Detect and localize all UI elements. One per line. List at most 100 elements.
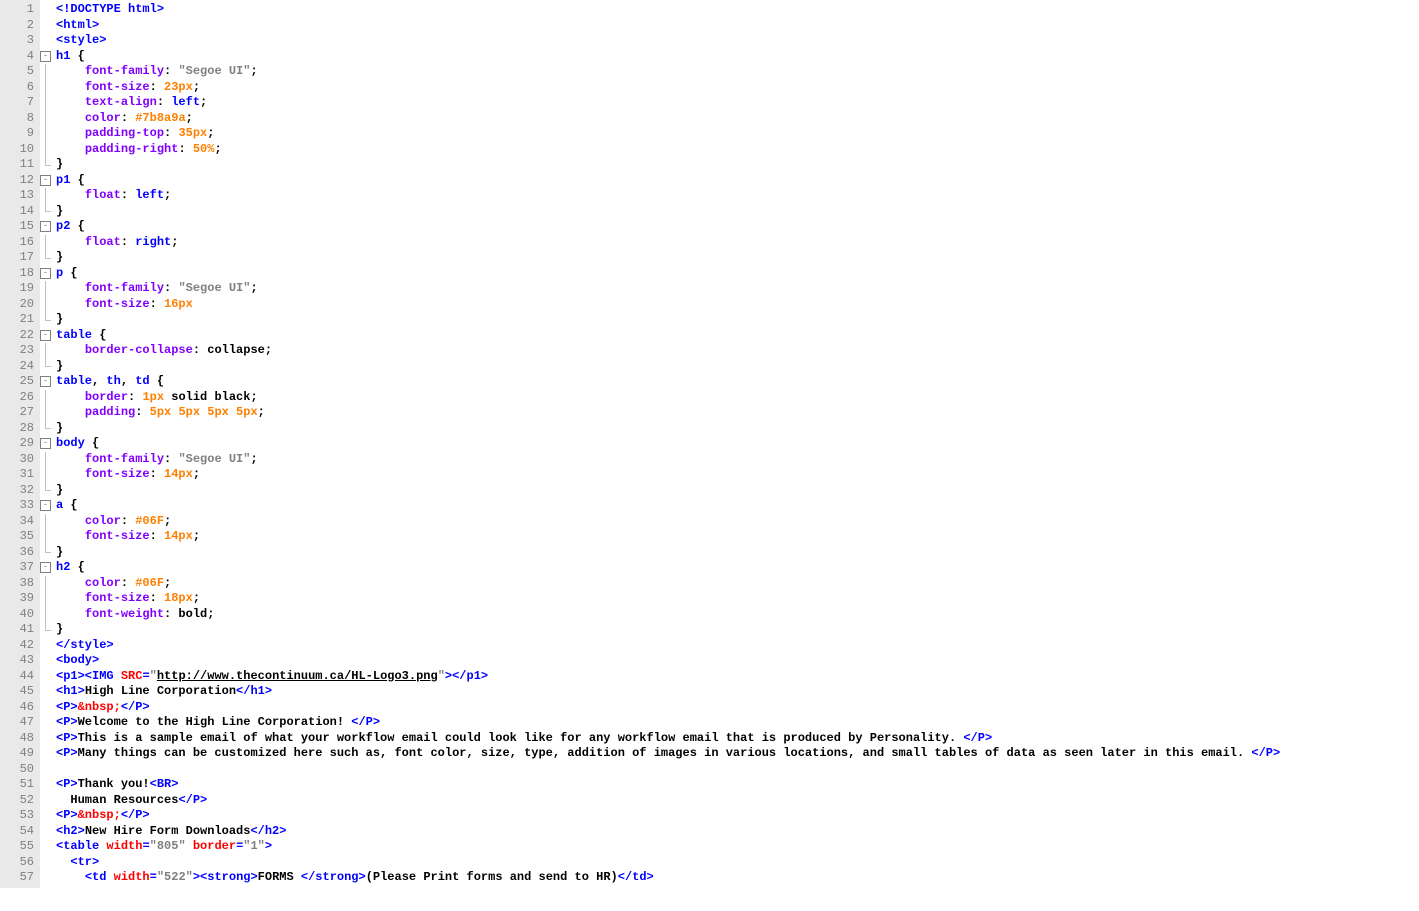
code-line[interactable]: <P>Thank you!<BR> — [56, 777, 1419, 793]
code-line[interactable]: <!DOCTYPE html> — [56, 2, 1419, 18]
code-line[interactable]: padding: 5px 5px 5px 5px; — [56, 405, 1419, 421]
code-line[interactable]: <tr> — [56, 855, 1419, 871]
token: "Segoe UI" — [178, 281, 250, 295]
code-line[interactable]: text-align: left; — [56, 95, 1419, 111]
line-number: 12 — [0, 173, 34, 189]
fold-toggle-icon[interactable]: - — [40, 221, 51, 232]
code-line[interactable]: font-size: 14px; — [56, 529, 1419, 545]
code-line[interactable]: <P>This is a sample email of what your w… — [56, 731, 1419, 747]
token: } — [56, 204, 63, 218]
fold-toggle-icon[interactable]: - — [40, 51, 51, 62]
token: ; — [164, 188, 171, 202]
fold-toggle-icon[interactable]: - — [40, 330, 51, 341]
code-line[interactable]: } — [56, 483, 1419, 499]
token: "Segoe UI" — [178, 64, 250, 78]
token: padding-right — [85, 142, 179, 156]
token: font-size — [85, 467, 150, 481]
code-line[interactable]: font-size: 18px; — [56, 591, 1419, 607]
token: </P> — [963, 731, 992, 745]
code-line[interactable]: font-weight: bold; — [56, 607, 1419, 623]
token: left — [135, 188, 164, 202]
code-line[interactable]: <p1><IMG SRC="http://www.thecontinuum.ca… — [56, 669, 1419, 685]
code-editor[interactable]: <!DOCTYPE html><html><style>h1 { font-fa… — [54, 0, 1419, 888]
code-line[interactable]: table, th, td { — [56, 374, 1419, 390]
code-line[interactable]: </style> — [56, 638, 1419, 654]
code-line[interactable]: padding-top: 35px; — [56, 126, 1419, 142]
fold-toggle-icon[interactable]: - — [40, 268, 51, 279]
token: left — [171, 95, 200, 109]
token: 50% — [193, 142, 215, 156]
token: FORMS — [258, 870, 301, 884]
code-line[interactable]: <h1>High Line Corporation</h1> — [56, 684, 1419, 700]
fold-toggle-icon[interactable]: - — [40, 562, 51, 573]
code-line[interactable]: <h2>New Hire Form Downloads</h2> — [56, 824, 1419, 840]
code-line[interactable]: <P>&nbsp;</P> — [56, 808, 1419, 824]
line-number: 36 — [0, 545, 34, 561]
code-line[interactable]: Human Resources</P> — [56, 793, 1419, 809]
code-line[interactable]: float: right; — [56, 235, 1419, 251]
code-line[interactable]: } — [56, 421, 1419, 437]
token: <P> — [56, 731, 78, 745]
code-line[interactable]: } — [56, 359, 1419, 375]
code-line[interactable]: color: #06F; — [56, 514, 1419, 530]
code-line[interactable]: <style> — [56, 33, 1419, 49]
token: </P> — [1251, 746, 1280, 760]
token: 23px — [164, 80, 193, 94]
code-line[interactable]: h1 { — [56, 49, 1419, 65]
token: ; — [193, 467, 200, 481]
code-line[interactable]: <P>Many things can be customized here su… — [56, 746, 1419, 762]
code-line[interactable]: h2 { — [56, 560, 1419, 576]
code-line[interactable]: font-family: "Segoe UI"; — [56, 281, 1419, 297]
code-line[interactable]: font-family: "Segoe UI"; — [56, 64, 1419, 80]
code-line[interactable]: } — [56, 250, 1419, 266]
code-line[interactable]: <table width="805" border="1"> — [56, 839, 1419, 855]
code-line[interactable]: p { — [56, 266, 1419, 282]
fold-guide — [45, 467, 46, 483]
token: 16px — [164, 297, 193, 311]
fold-toggle-icon[interactable]: - — [40, 376, 51, 387]
code-line[interactable]: a { — [56, 498, 1419, 514]
token: float — [85, 235, 121, 249]
code-line[interactable]: } — [56, 622, 1419, 638]
token: <P> — [56, 746, 78, 760]
code-line[interactable]: font-size: 23px; — [56, 80, 1419, 96]
code-line[interactable]: color: #7b8a9a; — [56, 111, 1419, 127]
code-line[interactable]: } — [56, 312, 1419, 328]
line-number: 3 — [0, 33, 34, 49]
code-line[interactable]: font-size: 14px; — [56, 467, 1419, 483]
code-line[interactable]: border-collapse: collapse; — [56, 343, 1419, 359]
fold-toggle-icon[interactable]: - — [40, 438, 51, 449]
code-line[interactable]: table { — [56, 328, 1419, 344]
line-number: 8 — [0, 111, 34, 127]
code-line[interactable]: <body> — [56, 653, 1419, 669]
fold-guide — [45, 591, 46, 607]
code-line[interactable]: p2 { — [56, 219, 1419, 235]
token: border-collapse — [85, 343, 193, 357]
code-line[interactable]: body { — [56, 436, 1419, 452]
fold-guide — [45, 343, 46, 359]
code-line[interactable]: color: #06F; — [56, 576, 1419, 592]
code-line[interactable]: } — [56, 157, 1419, 173]
code-line[interactable]: } — [56, 204, 1419, 220]
code-line[interactable]: p1 { — [56, 173, 1419, 189]
token: <html> — [56, 18, 99, 32]
code-line[interactable] — [56, 762, 1419, 778]
code-line[interactable]: } — [56, 545, 1419, 561]
token: : — [121, 235, 135, 249]
token: { — [92, 328, 106, 342]
token — [114, 669, 121, 683]
fold-toggle-icon[interactable]: - — [40, 500, 51, 511]
line-number: 1 — [0, 2, 34, 18]
code-line[interactable]: <P>&nbsp;</P> — [56, 700, 1419, 716]
token: td — [135, 374, 149, 388]
code-line[interactable]: font-size: 16px — [56, 297, 1419, 313]
code-line[interactable]: padding-right: 50%; — [56, 142, 1419, 158]
code-line[interactable]: <td width="522"><strong>FORMS </strong>(… — [56, 870, 1419, 886]
token: #06F — [135, 576, 164, 590]
code-line[interactable]: border: 1px solid black; — [56, 390, 1419, 406]
code-line[interactable]: <P>Welcome to the High Line Corporation!… — [56, 715, 1419, 731]
code-line[interactable]: float: left; — [56, 188, 1419, 204]
fold-toggle-icon[interactable]: - — [40, 175, 51, 186]
code-line[interactable]: <html> — [56, 18, 1419, 34]
code-line[interactable]: font-family: "Segoe UI"; — [56, 452, 1419, 468]
